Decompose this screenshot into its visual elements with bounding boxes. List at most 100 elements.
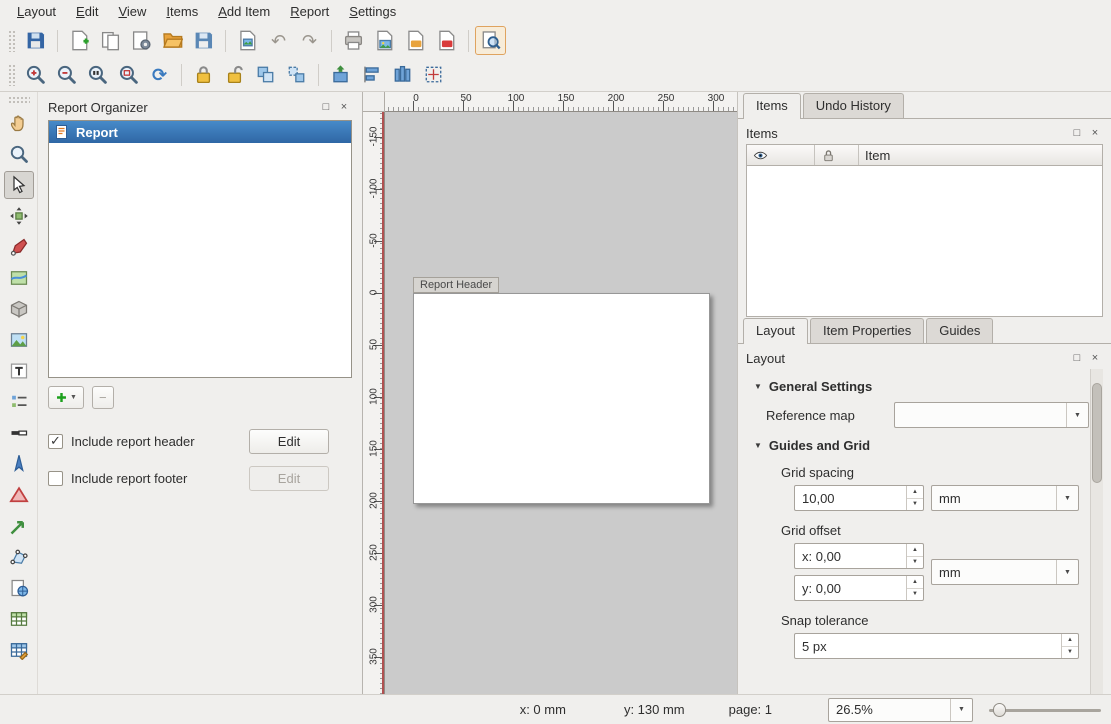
redo-button[interactable]: ↷ bbox=[294, 26, 325, 55]
zoom-out-button[interactable] bbox=[51, 60, 82, 89]
spin-down-icon[interactable]: ▼ bbox=[907, 557, 923, 569]
tree-item-report[interactable]: Report bbox=[49, 121, 351, 143]
save-as-button[interactable] bbox=[188, 26, 219, 55]
menu-add-item[interactable]: Add Item bbox=[209, 2, 279, 21]
add-shape-button[interactable] bbox=[4, 481, 34, 509]
menu-edit[interactable]: Edit bbox=[67, 2, 107, 21]
spin-up-icon[interactable]: ▲ bbox=[907, 486, 923, 499]
spin-down-icon[interactable]: ▼ bbox=[907, 499, 923, 511]
menu-report[interactable]: Report bbox=[281, 2, 338, 21]
add-3d-map-button[interactable] bbox=[4, 295, 34, 323]
tab-layout[interactable]: Layout bbox=[743, 318, 808, 344]
refresh-button[interactable]: ⟳ bbox=[144, 60, 175, 89]
reference-map-combobox[interactable]: ▼ bbox=[894, 402, 1089, 428]
spin-down-icon[interactable]: ▼ bbox=[907, 589, 923, 601]
spin-up-icon[interactable]: ▲ bbox=[907, 544, 923, 557]
include-report-header-checkbox[interactable] bbox=[48, 434, 63, 449]
menu-settings[interactable]: Settings bbox=[340, 2, 405, 21]
grid-offset-unit-combobox[interactable]: mm ▼ bbox=[931, 559, 1079, 585]
new-report-button[interactable] bbox=[64, 26, 95, 55]
include-report-footer-checkbox[interactable] bbox=[48, 471, 63, 486]
move-item-content-button[interactable] bbox=[4, 202, 34, 230]
zoom-full-button[interactable] bbox=[113, 60, 144, 89]
export-image-button[interactable] bbox=[232, 26, 263, 55]
spin-buttons[interactable]: ▲▼ bbox=[906, 486, 923, 510]
spin-up-icon[interactable]: ▲ bbox=[1062, 634, 1078, 647]
grid-offset-x-spinbox[interactable]: x: 0,00 ▲▼ bbox=[794, 543, 924, 569]
zoom-tool-button[interactable] bbox=[4, 140, 34, 168]
visibility-column-header[interactable] bbox=[747, 145, 815, 165]
pan-tool-button[interactable] bbox=[4, 109, 34, 137]
zoom-slider[interactable] bbox=[989, 699, 1101, 721]
spin-buttons[interactable]: ▲▼ bbox=[906, 544, 923, 568]
panel-float-button[interactable]: □ bbox=[1069, 350, 1085, 366]
toolbar-grip[interactable] bbox=[8, 30, 16, 52]
add-section-button[interactable]: ▼ bbox=[48, 386, 84, 409]
tab-undo-history[interactable]: Undo History bbox=[803, 93, 904, 118]
items-list[interactable] bbox=[746, 166, 1103, 317]
panel-close-button[interactable]: × bbox=[336, 99, 352, 115]
toolbar-grip[interactable] bbox=[8, 64, 16, 86]
snap-tolerance-spinbox[interactable]: 5 px ▲▼ bbox=[794, 633, 1079, 659]
layout-canvas[interactable]: Report Header bbox=[385, 112, 737, 694]
spin-down-icon[interactable]: ▼ bbox=[1062, 647, 1078, 659]
layout-panel-scrollbar[interactable] bbox=[1090, 369, 1103, 694]
lock-items-button[interactable] bbox=[188, 60, 219, 89]
export-as-image-button[interactable] bbox=[369, 26, 400, 55]
undo-button[interactable]: ↶ bbox=[263, 26, 294, 55]
panel-float-button[interactable]: □ bbox=[1069, 125, 1085, 141]
print-button[interactable] bbox=[338, 26, 369, 55]
guides-and-grid-section[interactable]: ▼ Guides and Grid bbox=[754, 438, 1089, 453]
open-folder-button[interactable] bbox=[157, 26, 188, 55]
save-layout-button[interactable] bbox=[20, 26, 51, 55]
menu-view[interactable]: View bbox=[109, 2, 155, 21]
select-move-item-button[interactable] bbox=[4, 171, 34, 199]
panel-close-button[interactable]: × bbox=[1087, 350, 1103, 366]
tab-guides[interactable]: Guides bbox=[926, 318, 993, 343]
general-settings-section[interactable]: ▼ General Settings bbox=[754, 379, 1089, 394]
spin-up-icon[interactable]: ▲ bbox=[907, 576, 923, 589]
zoom-actual-button[interactable] bbox=[82, 60, 113, 89]
grid-spacing-spinbox[interactable]: 10,00 ▲▼ bbox=[794, 485, 924, 511]
ungroup-items-button[interactable] bbox=[281, 60, 312, 89]
zoom-in-button[interactable] bbox=[20, 60, 51, 89]
zoom-slider-thumb[interactable] bbox=[993, 703, 1006, 717]
layout-manager-button[interactable] bbox=[126, 26, 157, 55]
add-label-button[interactable] bbox=[4, 357, 34, 385]
add-legend-button[interactable] bbox=[4, 388, 34, 416]
duplicate-layout-button[interactable] bbox=[95, 26, 126, 55]
tab-item-properties[interactable]: Item Properties bbox=[810, 318, 924, 343]
scrollbar-thumb[interactable] bbox=[1092, 383, 1102, 483]
lock-column-header[interactable] bbox=[815, 145, 859, 165]
add-arrow-button[interactable] bbox=[4, 512, 34, 540]
group-items-button[interactable] bbox=[250, 60, 281, 89]
align-items-button[interactable] bbox=[356, 60, 387, 89]
resize-items-button[interactable] bbox=[418, 60, 449, 89]
grid-spacing-unit-combobox[interactable]: mm ▼ bbox=[931, 485, 1079, 511]
report-page[interactable] bbox=[413, 293, 710, 504]
zoom-combobox[interactable]: 26.5% ▼ bbox=[828, 698, 973, 722]
edit-nodes-item-button[interactable] bbox=[4, 233, 34, 261]
panel-close-button[interactable]: × bbox=[1087, 125, 1103, 141]
menu-items[interactable]: Items bbox=[157, 2, 207, 21]
toolbar-grip[interactable] bbox=[8, 96, 30, 104]
add-node-item-button[interactable] bbox=[4, 543, 34, 571]
report-settings-button[interactable] bbox=[475, 26, 506, 55]
add-attribute-table-button[interactable] bbox=[4, 605, 34, 633]
add-html-button[interactable] bbox=[4, 574, 34, 602]
raise-items-button[interactable] bbox=[325, 60, 356, 89]
export-as-svg-button[interactable] bbox=[400, 26, 431, 55]
spin-buttons[interactable]: ▲▼ bbox=[906, 576, 923, 600]
edit-header-button[interactable]: Edit bbox=[249, 429, 329, 454]
add-fixed-table-button[interactable] bbox=[4, 636, 34, 664]
tab-items[interactable]: Items bbox=[743, 93, 801, 119]
menu-layout[interactable]: Layout bbox=[8, 2, 65, 21]
item-column-header[interactable]: Item bbox=[859, 145, 1102, 165]
distribute-items-button[interactable] bbox=[387, 60, 418, 89]
unlock-items-button[interactable] bbox=[219, 60, 250, 89]
grid-offset-y-spinbox[interactable]: y: 0,00 ▲▼ bbox=[794, 575, 924, 601]
add-picture-button[interactable] bbox=[4, 326, 34, 354]
export-as-pdf-button[interactable] bbox=[431, 26, 462, 55]
spin-buttons[interactable]: ▲▼ bbox=[1061, 634, 1078, 658]
add-north-arrow-button[interactable] bbox=[4, 450, 34, 478]
